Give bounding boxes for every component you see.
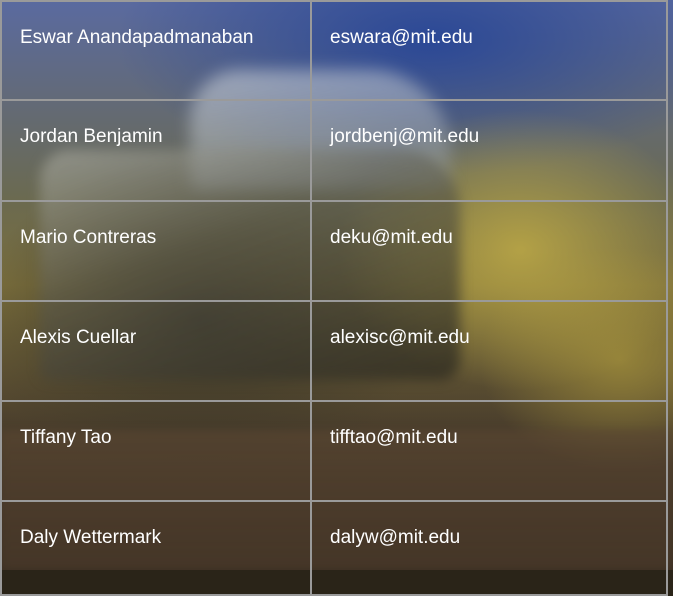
table-row: Mario Contreras deku@mit.edu (0, 200, 668, 302)
table-row: Daly Wettermark dalyw@mit.edu (0, 500, 668, 596)
table-row: Tiffany Tao tifftao@mit.edu (0, 400, 668, 502)
member-email: jordbenj@mit.edu (310, 99, 668, 202)
team-contact-table: Eswar Anandapadmanaban eswara@mit.edu Jo… (0, 0, 668, 596)
member-email: tifftao@mit.edu (310, 400, 668, 502)
member-name: Jordan Benjamin (0, 99, 312, 202)
member-email: dalyw@mit.edu (310, 500, 668, 596)
table-row: Jordan Benjamin jordbenj@mit.edu (0, 99, 668, 202)
member-name: Tiffany Tao (0, 400, 312, 502)
member-name: Daly Wettermark (0, 500, 312, 596)
member-name: Alexis Cuellar (0, 300, 312, 402)
member-name: Eswar Anandapadmanaban (0, 0, 312, 101)
member-name: Mario Contreras (0, 200, 312, 302)
member-email: alexisc@mit.edu (310, 300, 668, 402)
table-row: Alexis Cuellar alexisc@mit.edu (0, 300, 668, 402)
member-email: eswara@mit.edu (310, 0, 668, 101)
table-row: Eswar Anandapadmanaban eswara@mit.edu (0, 0, 668, 101)
member-email: deku@mit.edu (310, 200, 668, 302)
